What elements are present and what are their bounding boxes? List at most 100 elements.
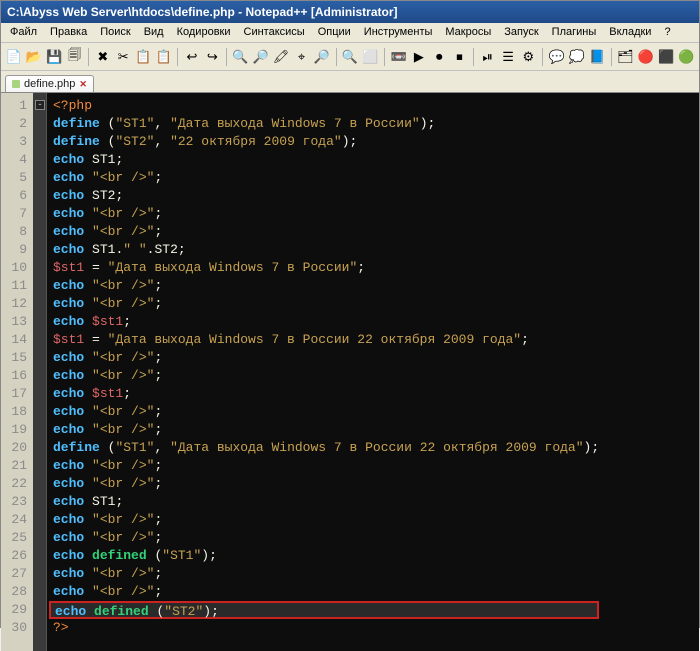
code-line[interactable]: echo ST2; bbox=[53, 187, 599, 205]
line-number: 29 bbox=[5, 601, 27, 619]
toolbar-button[interactable]: 💾 bbox=[46, 47, 63, 67]
file-tab[interactable]: define.php ✕ bbox=[5, 75, 94, 92]
toolbar-button[interactable]: 🔍 bbox=[232, 47, 249, 67]
menu-item[interactable]: Запуск bbox=[499, 25, 543, 42]
line-number-gutter: 1234567891011121314151617181920212223242… bbox=[1, 93, 33, 651]
toolbar-button[interactable]: ✖ bbox=[94, 47, 111, 67]
toolbar-button[interactable]: 🗂 bbox=[617, 47, 634, 67]
code-line[interactable]: echo "<br />"; bbox=[53, 295, 599, 313]
toolbar-button[interactable]: 📂 bbox=[25, 47, 42, 67]
toolbar-button[interactable]: ☰ bbox=[499, 47, 516, 67]
close-icon[interactable]: ✕ bbox=[79, 79, 87, 90]
toolbar: 📄📂💾🗐✖✂📋📋↩↪🔍🔎🖍⌖🔎🔍⬜📼▶⏺⏹⏯☰⚙💬💭📘🗂🔴⬛🟢 bbox=[1, 43, 699, 71]
toolbar-button[interactable]: ↪ bbox=[204, 47, 221, 67]
fold-column: - bbox=[33, 93, 47, 651]
line-number: 18 bbox=[5, 403, 27, 421]
toolbar-separator bbox=[226, 48, 227, 66]
menu-item[interactable]: Поиск bbox=[95, 25, 135, 42]
code-line[interactable]: echo "<br />"; bbox=[53, 277, 599, 295]
code-line[interactable]: echo defined ("ST1"); bbox=[53, 547, 599, 565]
toolbar-button[interactable]: ⏯ bbox=[479, 47, 496, 67]
line-number: 16 bbox=[5, 367, 27, 385]
line-number: 2 bbox=[5, 115, 27, 133]
code-line[interactable]: echo "<br />"; bbox=[53, 223, 599, 241]
code-line[interactable]: echo "<br />"; bbox=[53, 205, 599, 223]
line-number: 3 bbox=[5, 133, 27, 151]
toolbar-button[interactable]: ⚙ bbox=[520, 47, 537, 67]
menu-item[interactable]: Кодировки bbox=[172, 25, 236, 42]
code-line[interactable]: define ("ST1", "Дата выхода Windows 7 в … bbox=[53, 115, 599, 133]
toolbar-button[interactable]: ↩ bbox=[183, 47, 200, 67]
toolbar-button[interactable]: ⬛ bbox=[657, 47, 674, 67]
code-line[interactable]: echo "<br />"; bbox=[53, 169, 599, 187]
menu-item[interactable]: Макросы bbox=[440, 25, 496, 42]
toolbar-button[interactable]: 💭 bbox=[568, 47, 585, 67]
toolbar-button[interactable]: ✂ bbox=[115, 47, 132, 67]
line-number: 25 bbox=[5, 529, 27, 547]
code-line[interactable]: <?php bbox=[53, 97, 599, 115]
toolbar-button[interactable]: ⌖ bbox=[293, 47, 310, 67]
toolbar-button[interactable]: 💬 bbox=[548, 47, 565, 67]
toolbar-button[interactable]: 📄 bbox=[5, 47, 22, 67]
line-number: 7 bbox=[5, 205, 27, 223]
code-line[interactable]: ?> bbox=[53, 619, 599, 637]
line-number: 21 bbox=[5, 457, 27, 475]
toolbar-button[interactable]: 🔴 bbox=[637, 47, 654, 67]
toolbar-button[interactable]: 📋 bbox=[135, 47, 152, 67]
code-area[interactable]: <?phpdefine ("ST1", "Дата выхода Windows… bbox=[47, 93, 599, 651]
code-line[interactable]: echo "<br />"; bbox=[53, 403, 599, 421]
toolbar-separator bbox=[611, 48, 612, 66]
code-line[interactable]: echo "<br />"; bbox=[53, 475, 599, 493]
line-number: 27 bbox=[5, 565, 27, 583]
code-line[interactable]: echo ST1; bbox=[53, 151, 599, 169]
code-line[interactable]: echo "<br />"; bbox=[53, 367, 599, 385]
code-line[interactable]: $st1 = "Дата выхода Windows 7 в России"; bbox=[53, 259, 599, 277]
menu-item[interactable]: Опции bbox=[313, 25, 356, 42]
menu-item[interactable]: ? bbox=[659, 25, 675, 42]
code-line[interactable]: echo "<br />"; bbox=[53, 349, 599, 367]
toolbar-button[interactable]: 🟢 bbox=[678, 47, 695, 67]
code-line[interactable]: $st1 = "Дата выхода Windows 7 в России 2… bbox=[53, 331, 599, 349]
toolbar-button[interactable]: ⬜ bbox=[362, 47, 379, 67]
toolbar-button[interactable]: ▶ bbox=[410, 47, 427, 67]
window-title: C:\Abyss Web Server\htdocs\define.php - … bbox=[7, 5, 398, 19]
toolbar-button[interactable]: 🔎 bbox=[313, 47, 330, 67]
toolbar-button[interactable]: 📘 bbox=[589, 47, 606, 67]
toolbar-button[interactable]: ⏺ bbox=[431, 47, 448, 67]
code-line[interactable]: echo "<br />"; bbox=[53, 457, 599, 475]
code-line[interactable]: define ("ST2", "22 октября 2009 года"); bbox=[53, 133, 599, 151]
menu-item[interactable]: Инструменты bbox=[359, 25, 438, 42]
menu-item[interactable]: Файл bbox=[5, 25, 42, 42]
toolbar-separator bbox=[473, 48, 474, 66]
menu-item[interactable]: Вид bbox=[139, 25, 169, 42]
code-line[interactable]: echo "<br />"; bbox=[53, 565, 599, 583]
toolbar-button[interactable]: ⏹ bbox=[451, 47, 468, 67]
code-line[interactable]: echo $st1; bbox=[53, 385, 599, 403]
toolbar-separator bbox=[336, 48, 337, 66]
menu-item[interactable]: Плагины bbox=[547, 25, 602, 42]
toolbar-separator bbox=[88, 48, 89, 66]
code-line[interactable]: echo defined ("ST2"); bbox=[49, 601, 599, 619]
toolbar-button[interactable]: 🖍 bbox=[273, 47, 290, 67]
toolbar-button[interactable]: 🗐 bbox=[66, 47, 83, 67]
code-line[interactable]: echo "<br />"; bbox=[53, 583, 599, 601]
menu-item[interactable]: Синтаксисы bbox=[239, 25, 310, 42]
code-line[interactable]: echo "<br />"; bbox=[53, 511, 599, 529]
fold-toggle-icon[interactable]: - bbox=[35, 100, 45, 110]
toolbar-button[interactable]: 📋 bbox=[155, 47, 172, 67]
code-line[interactable]: echo $st1; bbox=[53, 313, 599, 331]
toolbar-button[interactable]: 📼 bbox=[390, 47, 407, 67]
toolbar-button[interactable]: 🔍 bbox=[341, 47, 358, 67]
code-line[interactable]: echo ST1." ".ST2; bbox=[53, 241, 599, 259]
code-line[interactable]: echo "<br />"; bbox=[53, 529, 599, 547]
code-line[interactable]: define ("ST1", "Дата выхода Windows 7 в … bbox=[53, 439, 599, 457]
code-line[interactable]: echo ST1; bbox=[53, 493, 599, 511]
title-bar: C:\Abyss Web Server\htdocs\define.php - … bbox=[1, 1, 699, 23]
code-line[interactable]: echo "<br />"; bbox=[53, 421, 599, 439]
toolbar-separator bbox=[177, 48, 178, 66]
menu-item[interactable]: Вкладки bbox=[604, 25, 656, 42]
line-number: 9 bbox=[5, 241, 27, 259]
code-editor[interactable]: 1234567891011121314151617181920212223242… bbox=[1, 93, 699, 651]
menu-item[interactable]: Правка bbox=[45, 25, 92, 42]
toolbar-button[interactable]: 🔎 bbox=[252, 47, 269, 67]
